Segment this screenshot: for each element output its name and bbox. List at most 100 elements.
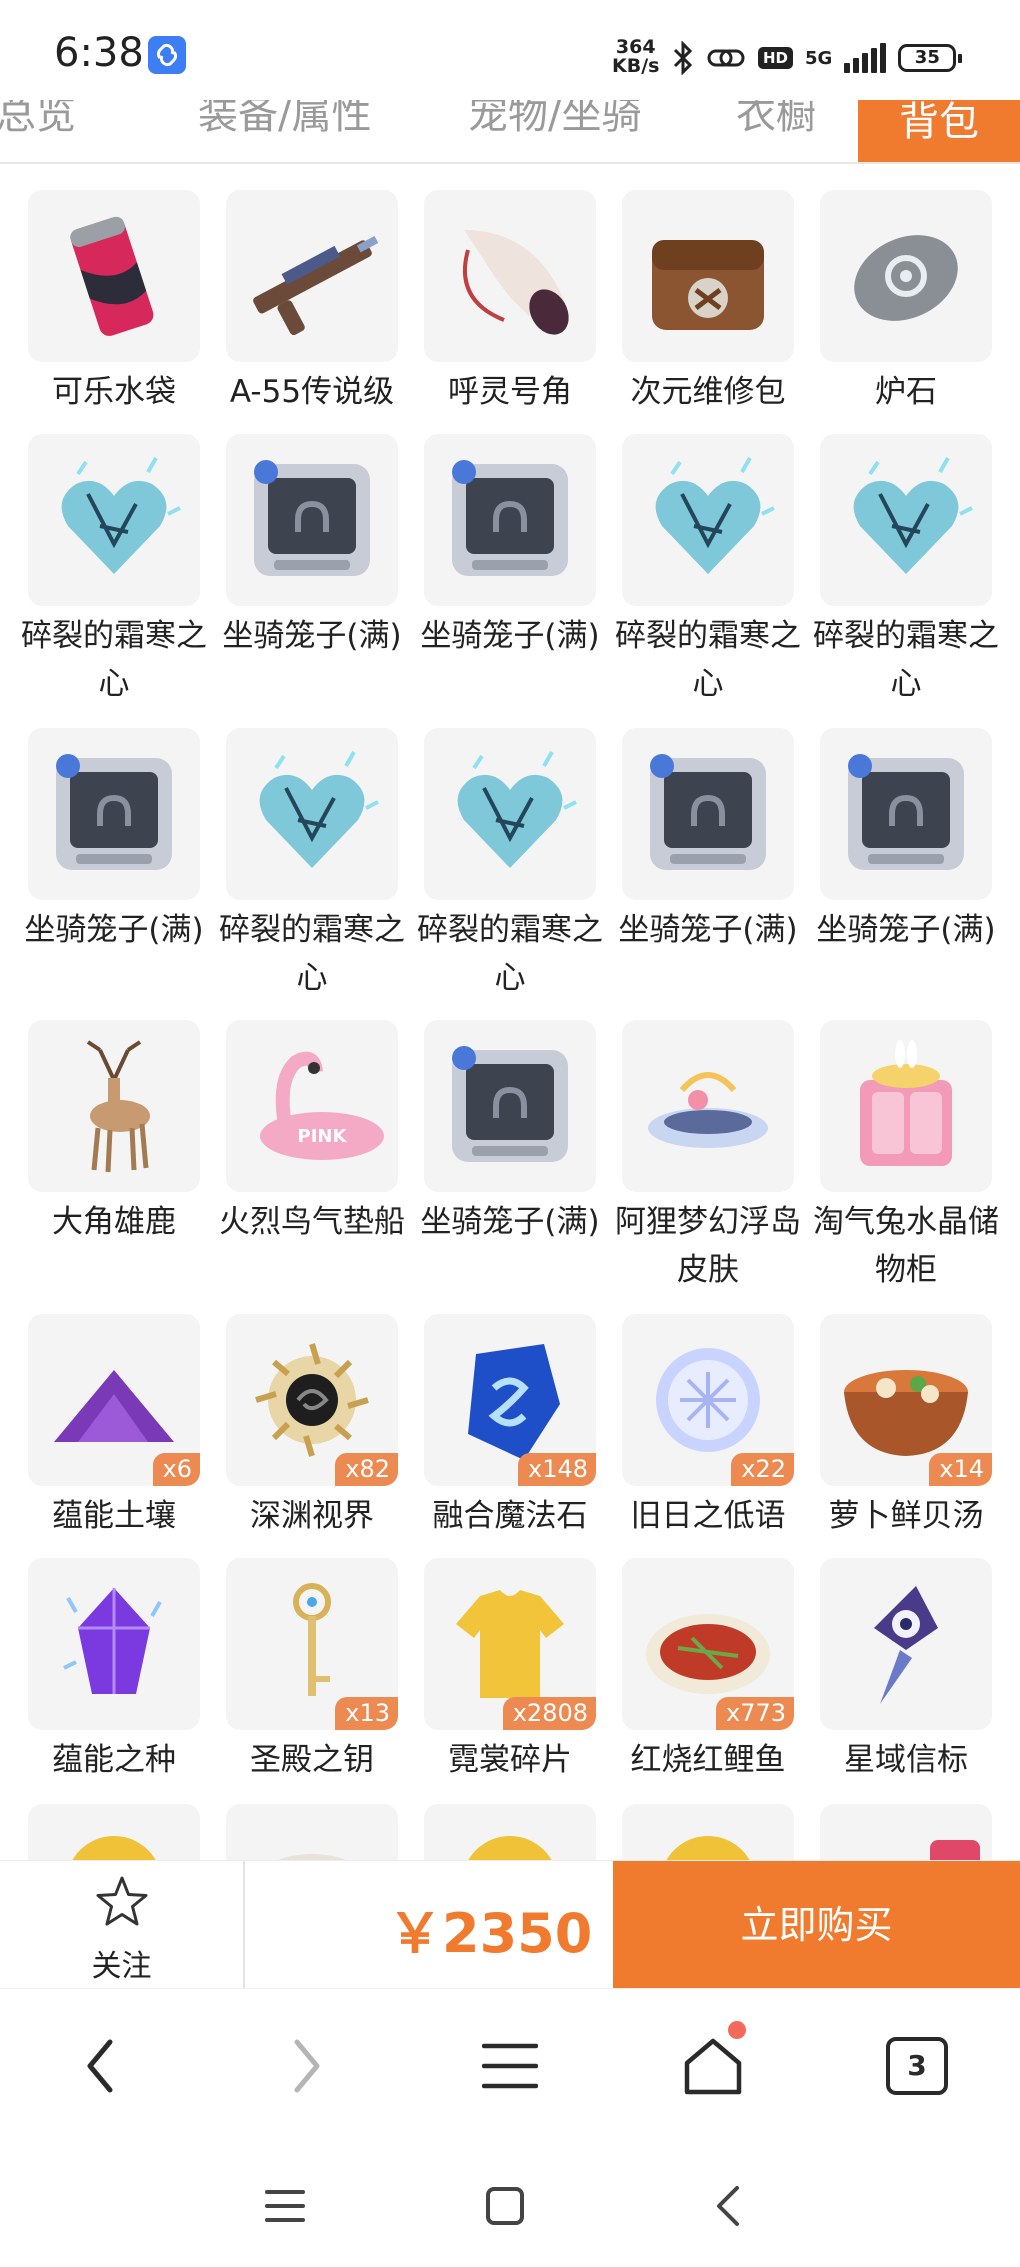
item-name: 坐骑笼子(满) (618, 912, 798, 948)
chevron-right-icon (294, 2039, 320, 2093)
item-thumbnail (622, 728, 794, 900)
repair-bag-icon (652, 240, 764, 330)
inventory-item[interactable]: 蕴能之种 (28, 1558, 200, 1784)
tab-backpack[interactable]: 背包 (858, 100, 1020, 162)
item-name: 坐骑笼子(满) (222, 618, 402, 654)
chevron-left-icon (717, 2186, 739, 2226)
item-thumbnail (424, 190, 596, 362)
item-name: 旧日之低语 (630, 1498, 786, 1534)
item-thumbnail (820, 1020, 992, 1192)
inventory-item[interactable] (28, 1804, 200, 1860)
inventory-item[interactable]: 呼灵号角 (424, 190, 596, 416)
rifle-icon (253, 235, 379, 336)
floating-island-icon (648, 1072, 768, 1148)
back-button[interactable] (45, 2011, 155, 2121)
item-thumbnail (226, 190, 398, 362)
item-thumbnail (820, 1804, 992, 1860)
tab-wardrobe[interactable]: 衣橱 (736, 100, 816, 140)
tab-equipment[interactable]: 装备/属性 (198, 100, 371, 140)
item-name: 淘气兔水晶储物柜 (813, 1204, 999, 1288)
item-thumbnail (622, 1020, 794, 1192)
follow-label: 关注 (91, 1949, 152, 1984)
system-menu-button[interactable] (245, 2166, 325, 2246)
item-name: 碎裂的霜寒之心 (417, 912, 603, 996)
flamingo-float-icon: PINK (260, 1051, 384, 1160)
forward-button[interactable] (252, 2011, 362, 2121)
tab-count: 3 (886, 2037, 948, 2095)
inventory-item[interactable]: x148 融合魔法石 (424, 1314, 596, 1540)
item-thumbnail (622, 190, 794, 362)
item-thumbnail (28, 1558, 200, 1730)
inventory-item[interactable] (424, 1804, 596, 1860)
inventory-item[interactable]: 坐骑笼子(满) (816, 728, 996, 954)
inventory-item[interactable]: 坐骑笼子(满) (420, 434, 600, 660)
inventory-item[interactable]: x6 蕴能土壤 (28, 1314, 200, 1540)
item-name: 碎裂的霜寒之心 (21, 618, 207, 702)
inventory-item[interactable] (622, 1804, 794, 1860)
item-thumbnail: x773 (622, 1558, 794, 1730)
buy-now-button[interactable]: 立即购买 (613, 1861, 1020, 1989)
inventory-item[interactable] (820, 1804, 992, 1860)
home-button[interactable] (658, 2011, 768, 2121)
item-name: 火烈鸟气垫船 (219, 1204, 405, 1240)
inventory-item[interactable]: 炉石 (820, 190, 992, 416)
menu-icon (482, 2043, 538, 2089)
inventory-item[interactable]: 碎裂的霜寒之心 (615, 434, 801, 708)
inventory-item[interactable]: 次元维修包 (622, 190, 794, 416)
inventory-item[interactable]: 坐骑笼子(满) (222, 434, 402, 660)
inventory-item[interactable]: 坐骑笼子(满) (24, 728, 204, 954)
inventory-item[interactable]: 坐骑笼子(满) (618, 728, 798, 954)
mount-cage-icon (848, 754, 964, 870)
menu-button[interactable] (455, 2011, 565, 2121)
cola-can-icon (70, 216, 154, 336)
bunny-cabinet-icon (860, 1040, 952, 1166)
inventory-item[interactable]: x22 旧日之低语 (622, 1314, 794, 1540)
item-name: 坐骑笼子(满) (420, 1204, 600, 1240)
item-name: 霓裳碎片 (448, 1742, 572, 1778)
system-back-button[interactable] (688, 2166, 768, 2246)
inventory-item[interactable]: x2808 霓裳碎片 (424, 1558, 596, 1784)
buy-bar: 关注 ￥2350 立即购买 (0, 1860, 1020, 1989)
inventory-item[interactable]: x773 红烧红鲤鱼 (622, 1558, 794, 1784)
inventory-item[interactable]: 星域信标 (820, 1558, 992, 1784)
item-thumbnail (424, 1804, 596, 1860)
item-thumbnail (424, 434, 596, 606)
tabs-button[interactable]: 3 (862, 2011, 972, 2121)
item-thumbnail (28, 1020, 200, 1192)
inventory-item[interactable]: 可乐水袋 (28, 190, 200, 416)
mount-cage-icon (254, 460, 370, 576)
coin-icon (666, 1836, 750, 1860)
inventory-item[interactable]: x13 圣殿之钥 (226, 1558, 398, 1784)
inventory-item[interactable]: 大角雄鹿 (28, 1020, 200, 1246)
inventory-item[interactable] (226, 1804, 398, 1860)
stag-icon (86, 1040, 150, 1173)
menu-icon (265, 2190, 305, 2222)
item-name: 碎裂的霜寒之心 (219, 912, 405, 996)
inventory-item[interactable]: 淘气兔水晶储物柜 (813, 1020, 999, 1294)
inventory-item[interactable]: PINK 火烈鸟气垫船 (219, 1020, 405, 1246)
tab-overview[interactable]: 总览 (0, 100, 76, 140)
item-thumbnail: x6 (28, 1314, 200, 1486)
item-quantity: x14 (929, 1453, 992, 1486)
tab-pets[interactable]: 宠物/坐骑 (468, 100, 641, 140)
inventory-item[interactable]: 坐骑笼子(满) (420, 1020, 600, 1246)
item-thumbnail (820, 434, 992, 606)
item-thumbnail: x14 (820, 1314, 992, 1486)
inventory-item[interactable]: x82 深渊视界 (226, 1314, 398, 1540)
inventory-item[interactable]: 碎裂的霜寒之心 (813, 434, 999, 708)
frost-heart-icon (457, 751, 577, 868)
item-name: 蕴能之种 (52, 1742, 176, 1778)
inventory-item[interactable]: 碎裂的霜寒之心 (21, 434, 207, 708)
system-home-button[interactable] (465, 2166, 545, 2246)
inventory-item[interactable]: 阿狸梦幻浮岛皮肤 (615, 1020, 801, 1294)
item-quantity: x148 (517, 1453, 596, 1486)
item-name: 圣殿之钥 (250, 1742, 374, 1778)
item-name: 蕴能土壤 (52, 1498, 176, 1534)
follow-button[interactable]: 关注 (0, 1861, 245, 1989)
inventory-item[interactable]: x14 萝卜鲜贝汤 (820, 1314, 992, 1540)
inventory-item[interactable]: A-55传说级 (226, 190, 398, 416)
inventory-item[interactable]: 碎裂的霜寒之心 (219, 728, 405, 1002)
item-thumbnail: x13 (226, 1558, 398, 1730)
crystal-seed-icon (63, 1588, 162, 1694)
inventory-item[interactable]: 碎裂的霜寒之心 (417, 728, 603, 1002)
